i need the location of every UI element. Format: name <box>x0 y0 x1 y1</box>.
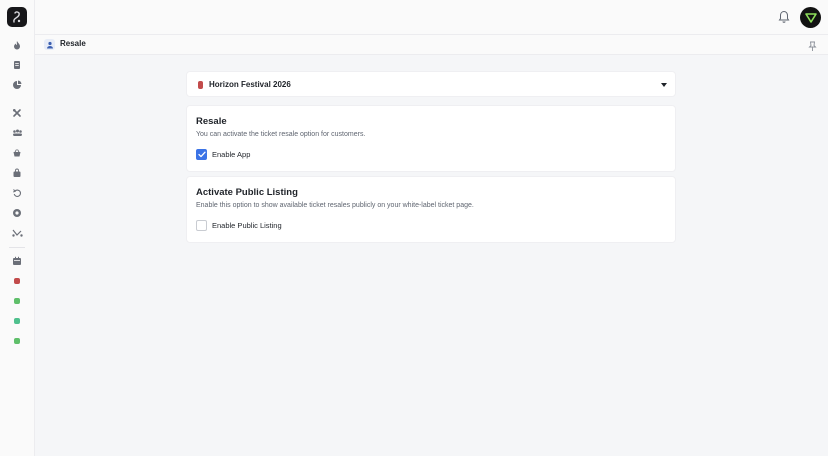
sidebar <box>0 0 35 456</box>
public-listing-card: Activate Public Listing Enable this opti… <box>186 176 676 243</box>
resale-description: You can activate the ticket resale optio… <box>196 131 366 138</box>
app-logo[interactable] <box>7 7 27 27</box>
bag-icon[interactable] <box>11 167 23 179</box>
public-listing-title: Activate Public Listing <box>196 187 298 198</box>
sidebar-divider <box>9 247 25 248</box>
route-icon[interactable] <box>11 227 23 239</box>
notification-bell-icon[interactable] <box>778 10 790 24</box>
resale-title: Resale <box>196 116 227 127</box>
sidebar-event-green-2[interactable] <box>14 318 20 324</box>
sidebar-event-green-1[interactable] <box>14 298 20 304</box>
settings-icon[interactable] <box>11 207 23 219</box>
enable-public-listing-label[interactable]: Enable Public Listing <box>212 221 282 230</box>
event-selector[interactable]: Horizon Festival 2026 <box>186 71 676 97</box>
event-color-indicator <box>198 81 203 89</box>
shield-check-icon <box>804 12 817 23</box>
user-avatar[interactable] <box>800 7 821 28</box>
page-header: Resale <box>35 35 828 55</box>
pie-chart-icon[interactable] <box>11 79 23 91</box>
enable-public-listing-row[interactable]: Enable Public Listing <box>196 220 282 231</box>
enable-app-checkbox[interactable] <box>196 149 207 160</box>
topbar <box>35 0 828 35</box>
enable-app-label[interactable]: Enable App <box>212 150 250 159</box>
document-icon[interactable] <box>11 59 23 71</box>
calendar-icon[interactable] <box>11 255 23 267</box>
resale-card: Resale You can activate the ticket resal… <box>186 105 676 172</box>
sidebar-event-green-3[interactable] <box>14 338 20 344</box>
page-title: Resale <box>60 39 86 48</box>
checkmark-icon <box>197 151 206 158</box>
enable-app-row[interactable]: Enable App <box>196 149 250 160</box>
users-icon[interactable] <box>11 127 23 139</box>
event-selector-value: Horizon Festival 2026 <box>209 80 291 89</box>
logo-icon <box>13 11 21 23</box>
pin-icon[interactable] <box>808 39 817 51</box>
tools-icon[interactable] <box>11 107 23 119</box>
user-icon <box>44 39 55 50</box>
app-root: Resale Horizon Festival 2026 Resale You … <box>0 0 828 456</box>
basket-icon[interactable] <box>11 147 23 159</box>
chevron-down-icon[interactable] <box>661 83 667 87</box>
sidebar-event-red[interactable] <box>14 278 20 284</box>
enable-public-listing-checkbox[interactable] <box>196 220 207 231</box>
undo-icon[interactable] <box>11 187 23 199</box>
fire-icon[interactable] <box>11 39 23 51</box>
public-listing-description: Enable this option to show available tic… <box>196 202 474 209</box>
